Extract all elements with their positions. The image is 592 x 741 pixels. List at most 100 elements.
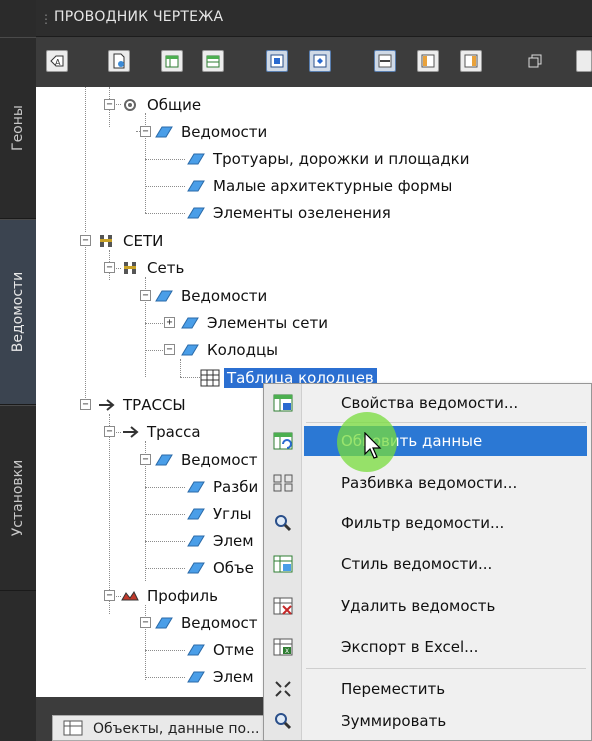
tree-node-label: Ведомост	[181, 450, 258, 469]
split-left-icon	[421, 54, 435, 68]
menu-item-refresh-data[interactable]: Обновить данные	[264, 424, 592, 458]
toolbar-overflow-button[interactable]	[576, 50, 592, 72]
tree-node-seti[interactable]: СЕТИ	[96, 227, 166, 254]
menu-item-label: Зуммировать	[341, 712, 447, 730]
menu-item-table-properties[interactable]: Свойства ведомости...	[264, 386, 592, 420]
tree-node-folder[interactable]: Элементы озеленения	[186, 199, 394, 226]
table-split-icon	[273, 474, 293, 492]
menu-item-label: Свойства ведомости...	[341, 394, 519, 412]
menu-item-table-style[interactable]: Стиль ведомости...	[264, 547, 592, 581]
menu-item-export-excel[interactable]: X Экспорт в Excel...	[264, 630, 592, 664]
tree-node-label: Малые архитектурные формы	[213, 176, 453, 195]
tree-node-vedomosti[interactable]: Ведомости	[154, 282, 270, 309]
tree-node-folder[interactable]: Разби	[186, 473, 261, 500]
folder-icon	[186, 532, 206, 550]
context-menu: Свойства ведомости... Обновить данные Ра…	[263, 383, 592, 741]
tree-node-obshchie[interactable]: Общие	[120, 91, 204, 118]
tree-node-profile[interactable]: Профиль	[120, 582, 221, 609]
split-horizontal-button[interactable]	[374, 50, 396, 72]
tree-node-trassy[interactable]: ТРАССЫ	[96, 391, 189, 418]
table-icon	[200, 369, 220, 387]
side-tab-vedomosti[interactable]: Ведомости	[0, 219, 36, 405]
window-restore-button[interactable]	[524, 50, 546, 72]
network-icon	[96, 232, 116, 250]
tree-node-set[interactable]: Сеть	[120, 254, 187, 281]
folder-icon	[186, 478, 206, 496]
side-tab-bar: Геоны Ведомости Установки	[0, 0, 36, 741]
network-icon	[120, 259, 140, 277]
table-refresh-icon	[273, 432, 293, 450]
folder-icon	[180, 314, 200, 332]
route-icon	[120, 423, 140, 441]
magnifier-icon	[273, 514, 293, 532]
table-add-button[interactable]	[161, 50, 183, 72]
menu-item-label: Разбивка ведомости...	[341, 474, 518, 492]
folder-icon	[154, 451, 174, 469]
table-delete-icon	[273, 597, 293, 615]
document-settings-button[interactable]	[108, 50, 130, 72]
window-restore-icon	[528, 54, 542, 68]
table-add-icon	[165, 55, 179, 68]
tree-node-folder[interactable]: Элем	[186, 527, 257, 554]
move-arrows-icon	[273, 680, 293, 698]
back-button[interactable]: A	[46, 50, 68, 72]
tree-node-vedomosti[interactable]: Ведомост	[154, 609, 261, 636]
view-mode-2-button[interactable]	[309, 50, 331, 72]
tree-node-folder[interactable]: Элементы сети	[180, 309, 331, 336]
tree-node-label: Разби	[213, 477, 259, 496]
folder-icon	[186, 177, 206, 195]
tree-node-trassa[interactable]: Трасса	[120, 418, 204, 445]
tree-node-label: СЕТИ	[123, 231, 164, 250]
tree-node-folder[interactable]: Объе	[186, 554, 257, 581]
menu-item-filter-table[interactable]: Фильтр ведомости...	[264, 506, 592, 540]
folder-icon	[180, 341, 200, 359]
folder-icon	[154, 123, 174, 141]
tree-node-vedomosti[interactable]: Ведомост	[154, 446, 261, 473]
grip-icon[interactable]: ⋮	[40, 12, 52, 26]
tree-node-label: Ведомост	[181, 613, 258, 632]
route-icon	[96, 396, 116, 414]
menu-item-zoom[interactable]: Зуммировать	[264, 704, 592, 738]
menu-item-label: Фильтр ведомости...	[341, 514, 505, 532]
folder-icon	[186, 641, 206, 659]
menu-item-label: Стиль ведомости...	[341, 555, 493, 573]
layout-icon	[313, 54, 327, 68]
tree-node-label: Сеть	[147, 258, 185, 277]
table-edit-icon	[206, 55, 220, 68]
tree-node-folder[interactable]: Колодцы	[180, 336, 281, 363]
toolbar: A	[36, 37, 592, 87]
side-tab-ustanovki[interactable]: Установки	[0, 405, 36, 591]
side-tab-geons[interactable]: Геоны	[0, 37, 36, 219]
tree-node-folder[interactable]: Отме	[186, 636, 257, 663]
menu-item-move[interactable]: Переместить	[264, 672, 592, 706]
side-tab-label: Геоны	[10, 105, 26, 151]
table-excel-icon: X	[273, 638, 293, 656]
tree-node-label: Общие	[147, 95, 202, 114]
tree-node-label: Тротуары, дорожки и площадки	[213, 149, 470, 168]
menu-item-delete-table[interactable]: Удалить ведомость	[264, 589, 592, 623]
folder-icon	[154, 614, 174, 632]
split-left-button[interactable]	[417, 50, 439, 72]
tree-node-label: Ведомости	[181, 286, 268, 305]
view-mode-1-button[interactable]	[266, 50, 288, 72]
zoom-icon	[273, 712, 293, 730]
table-icon	[63, 720, 83, 740]
tree-node-label: ТРАССЫ	[123, 395, 186, 414]
tree-node-vedomosti[interactable]: Ведомости	[154, 118, 270, 145]
folder-icon	[186, 505, 206, 523]
split-right-button[interactable]	[460, 50, 482, 72]
tree-node-label: Отме	[213, 640, 255, 659]
tree-node-folder[interactable]: Углы	[186, 500, 254, 527]
tree-node-label: Элементы озеленения	[213, 203, 391, 222]
tree-node-folder[interactable]: Элем	[186, 663, 257, 690]
table-properties-icon	[273, 394, 293, 412]
folder-icon	[154, 287, 174, 305]
table-edit-button[interactable]	[202, 50, 224, 72]
tree-node-folder[interactable]: Тротуары, дорожки и площадки	[186, 145, 473, 172]
folder-icon	[186, 150, 206, 168]
menu-item-split-table[interactable]: Разбивка ведомости...	[264, 466, 592, 500]
panel-title-bar[interactable]: ⋮ ПРОВОДНИК ЧЕРТЕЖА	[36, 0, 592, 37]
status-text: Объекты, данные по...	[93, 721, 260, 737]
split-right-icon	[464, 54, 478, 68]
tree-node-folder[interactable]: Малые архитектурные формы	[186, 172, 455, 199]
